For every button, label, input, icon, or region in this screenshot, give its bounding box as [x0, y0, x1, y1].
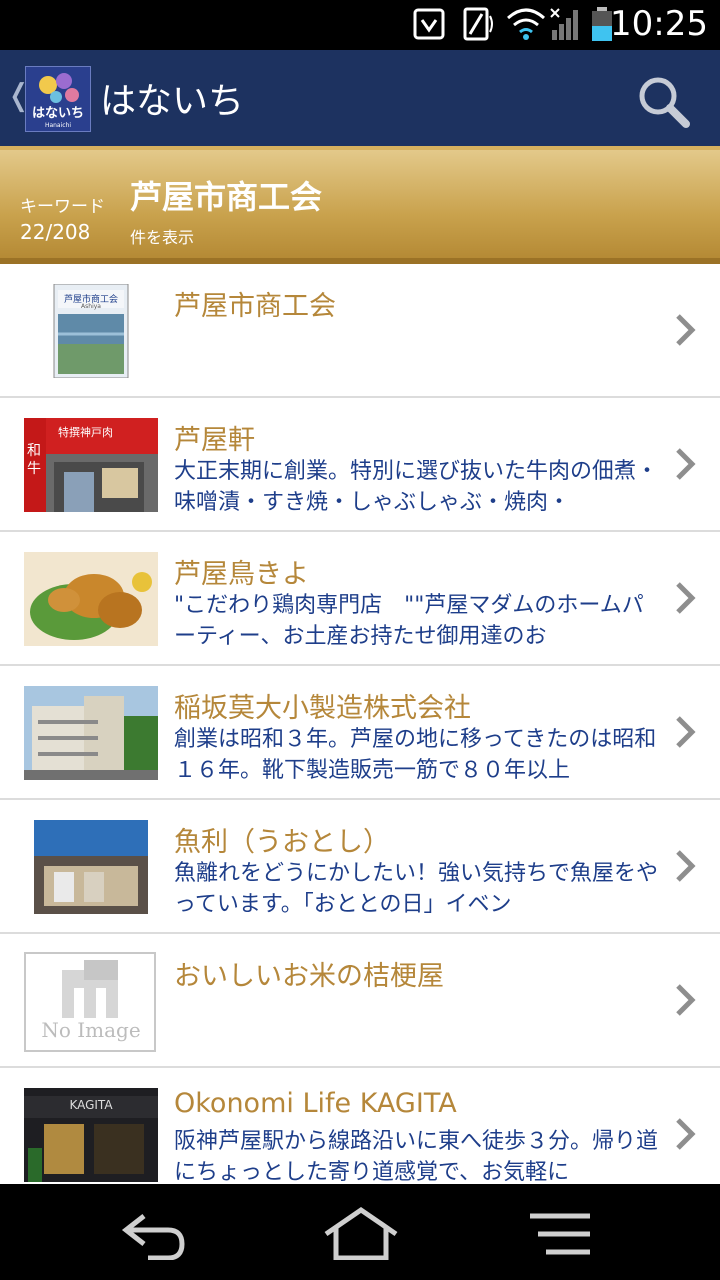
item-desc: "こだわり鶏肉専門店 ""芦屋マダムのホームパーティー、お土産お持たせ御用達のお — [174, 593, 644, 649]
item-name: 魚利（うおとし） — [174, 827, 390, 858]
item-desc: 創業は昭和３年。芦屋の地に移ってきたのは昭和１６年。靴下製造販売一筋で８０年以上 — [174, 727, 657, 783]
item-desc — [174, 992, 664, 1054]
list-item[interactable]: 特撰神戸肉 和牛 芦屋軒 大正末期に創業。特別に選び抜いた牛肉の佃煮・味噌漬・す… — [0, 398, 720, 532]
search-icon[interactable] — [636, 74, 692, 130]
thumbnail: KAGITA — [24, 1088, 158, 1182]
item-name: おいしいお米の桔梗屋 — [174, 961, 444, 992]
app-bar: ❬ はないち Hanaichi はないち — [0, 50, 720, 146]
chevron-right-icon — [676, 984, 696, 1016]
clock: 10:25 — [610, 4, 708, 44]
item-name: 芦屋市商工会 — [174, 291, 336, 322]
keyword-subtitle: 件を表示 — [130, 228, 195, 247]
item-name: 芦屋軒 — [174, 425, 255, 456]
back-icon[interactable] — [118, 1206, 190, 1260]
keyword-title: 芦屋市商工会 — [130, 178, 323, 216]
chevron-right-icon — [676, 716, 696, 748]
no-image-placeholder: No Image — [24, 952, 158, 1052]
shop-side-sign: 和牛 — [27, 443, 41, 477]
home-icon[interactable] — [322, 1206, 400, 1260]
keyword-header: キーワード 22/208 芦屋市商工会 件を表示 — [0, 146, 720, 264]
item-name: 稲坂莫大小製造株式会社 — [174, 693, 471, 724]
item-desc: 魚離れをどうにかしたい！強い気持ちで魚屋をやっています。「おととの日」イベン — [174, 861, 659, 917]
chevron-right-icon — [676, 448, 696, 480]
item-desc: 大正末期に創業。特別に選び抜いた牛肉の佃煮・味噌漬・すき焼・しゃぶしゃぶ・焼肉・ — [174, 459, 659, 515]
shop-list[interactable]: 芦屋市商工会 Ashiya 芦屋市商工会 特撰神戸肉 和牛 芦屋軒 大正末期に創… — [0, 264, 720, 1184]
pamphlet-sub: Ashiya — [81, 303, 101, 310]
thumbnail — [24, 552, 158, 646]
app-title: はないち — [100, 81, 245, 122]
list-item[interactable]: 魚利（うおとし） 魚離れをどうにかしたい！強い気持ちで魚屋をやっています。「おと… — [0, 800, 720, 934]
nfc-icon — [463, 7, 493, 41]
list-item[interactable]: 芦屋市商工会 Ashiya 芦屋市商工会 — [0, 264, 720, 398]
thumbnail — [24, 686, 158, 780]
menu-icon[interactable] — [528, 1206, 592, 1260]
list-item[interactable]: 芦屋鳥きよ "こだわり鶏肉専門店 ""芦屋マダムのホームパーティー、お土産お持た… — [0, 532, 720, 666]
thumbnail — [24, 820, 158, 914]
thumbnail: 芦屋市商工会 Ashiya — [24, 284, 158, 378]
chevron-right-icon — [676, 582, 696, 614]
navigation-bar — [0, 1184, 720, 1280]
shop-sign: 特撰神戸肉 — [58, 426, 113, 439]
notification-icon — [413, 8, 445, 40]
logo-text: はないち — [31, 106, 84, 121]
thumbnail: 特撰神戸肉 和牛 — [24, 418, 158, 512]
list-item[interactable]: No Image おいしいお米の桔梗屋 — [0, 934, 720, 1068]
item-desc: 阪神芦屋駅から線路沿いに東へ徒歩３分。帰り道にちょっとした寄り道感覚で、お気軽に — [174, 1129, 659, 1184]
app-logo[interactable]: はないち Hanaichi — [25, 66, 91, 132]
item-name: Okonomi Life KAGITA — [174, 1088, 457, 1119]
no-image-text: No Image — [41, 1018, 141, 1042]
list-item[interactable]: 稲坂莫大小製造株式会社 創業は昭和３年。芦屋の地に移ってきたのは昭和１６年。靴下… — [0, 666, 720, 800]
item-desc — [174, 322, 664, 384]
item-name: 芦屋鳥きよ — [174, 559, 309, 590]
result-count: 22/208 — [20, 220, 91, 244]
keyword-label: キーワード — [20, 197, 105, 217]
chevron-right-icon — [676, 314, 696, 346]
status-bar: 10:25 — [0, 0, 720, 50]
shop-sign: KAGITA — [69, 1098, 113, 1112]
chevron-right-icon — [676, 850, 696, 882]
signal-icon — [550, 8, 578, 40]
logo-subtext: Hanaichi — [44, 122, 72, 129]
chevron-right-icon — [676, 1118, 696, 1150]
list-item[interactable]: KAGITA Okonomi Life KAGITA 阪神芦屋駅から線路沿いに東… — [0, 1068, 720, 1184]
wifi-icon — [507, 8, 545, 40]
